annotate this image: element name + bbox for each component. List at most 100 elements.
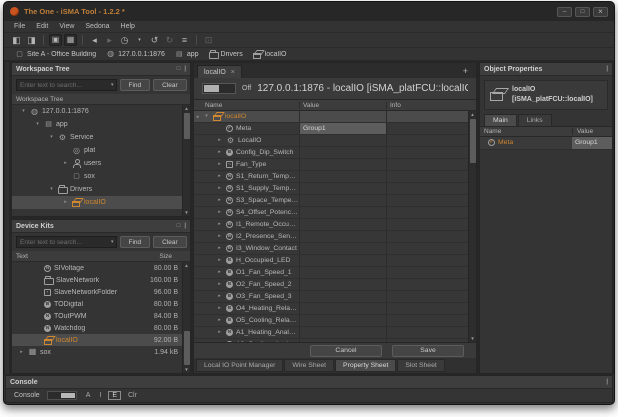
workspace-find-button[interactable]: Find (120, 79, 151, 91)
toolbar-button[interactable] (118, 34, 131, 46)
property-row[interactable]: A1_Heating_Analog_Out (194, 327, 468, 339)
view-tab[interactable]: Slot Sheet (397, 359, 444, 372)
property-row[interactable]: S1_Supply_Temperature (194, 183, 468, 195)
property-row[interactable]: localIO (194, 111, 468, 123)
column-name[interactable]: Name (202, 102, 299, 109)
column-info[interactable]: Info (386, 102, 476, 109)
add-tab-button[interactable]: + (458, 66, 473, 78)
window-control-button[interactable] (557, 7, 572, 17)
property-row[interactable]: O2_Fan_Speed_2 (194, 279, 468, 291)
column-name[interactable]: Name (480, 128, 572, 135)
property-row[interactable]: Fan_Type (194, 159, 468, 171)
pin-icon[interactable]: | (606, 66, 608, 72)
expander-icon[interactable] (216, 282, 223, 287)
property-row[interactable]: Meta Group1 (194, 123, 468, 135)
breadcrumb-item[interactable]: Drivers (205, 50, 247, 59)
kit-row[interactable]: SIVoltage 80.00 B (12, 262, 182, 274)
property-row[interactable]: S1_Return_Temperature (194, 171, 468, 183)
property-row[interactable]: I1_Remote_Occupancy... (194, 219, 468, 231)
console-filter-button[interactable]: A (84, 391, 93, 400)
property-row[interactable]: O5_Cooling_Relay_Out (194, 315, 468, 327)
scroll-down-icon[interactable]: ▼ (184, 366, 188, 373)
pin-icon[interactable]: | (184, 223, 186, 229)
scroll-down-icon[interactable]: ▼ (184, 209, 188, 216)
expander-icon[interactable] (62, 161, 69, 166)
window-control-button[interactable] (575, 7, 590, 17)
device-kits-search-input[interactable] (17, 239, 111, 246)
expander-icon[interactable] (216, 222, 223, 227)
tree-item[interactable]: 127.0.0.1:1876 (12, 105, 182, 118)
expander-icon[interactable] (216, 174, 223, 179)
scroll-thumb[interactable] (184, 331, 190, 365)
property-row[interactable]: O1_Fan_Speed_1 (194, 267, 468, 279)
tree-item[interactable]: Drivers (12, 183, 182, 196)
cancel-button[interactable]: Cancel (310, 345, 382, 357)
toolbar-button[interactable] (43, 35, 44, 45)
object-properties-tab[interactable]: Main (484, 114, 517, 126)
window-control-button[interactable] (593, 7, 608, 17)
console-filter-button[interactable]: E (108, 391, 121, 400)
expander-icon[interactable] (216, 318, 223, 323)
toolbar-button[interactable] (148, 34, 161, 46)
pin-icon[interactable]: | (184, 66, 186, 72)
property-row[interactable]: I2_Presence_Sensor_Ca... (194, 231, 468, 243)
scroll-up-icon[interactable]: ▲ (184, 105, 188, 112)
expander-icon[interactable] (20, 109, 27, 114)
column-size[interactable]: Size (159, 253, 186, 260)
tree-item[interactable]: localIO (12, 196, 182, 209)
toolbar-button[interactable] (82, 35, 83, 45)
expander-icon[interactable] (34, 122, 41, 127)
toolbar-button[interactable] (133, 34, 146, 46)
console-filter-button[interactable]: I (97, 391, 103, 400)
scroll-down-icon[interactable]: ▼ (470, 335, 474, 342)
console-toggle[interactable] (47, 391, 77, 400)
pin-icon[interactable]: | (606, 379, 608, 385)
kit-row[interactable]: localIO 92.00 B (12, 334, 182, 346)
kit-row[interactable]: SlaveNetworkFolder 96.00 B (12, 286, 182, 298)
scroll-thumb[interactable] (184, 113, 190, 139)
column-value[interactable]: Value (572, 128, 612, 135)
toolbar-button[interactable] (196, 35, 197, 45)
expander-icon[interactable] (216, 186, 223, 191)
chevron-down-icon[interactable]: ▾ (111, 239, 116, 245)
property-sheet-scrollbar[interactable]: ▲ ▼ (468, 111, 476, 342)
toolbar-button[interactable] (88, 34, 101, 46)
expander-icon[interactable] (216, 270, 223, 275)
tree-item[interactable]: Service (12, 131, 182, 144)
scroll-up-icon[interactable]: ▲ (470, 111, 474, 118)
property-row[interactable]: LocalIO (194, 135, 468, 147)
expander-icon[interactable] (216, 198, 223, 203)
restore-panel-icon[interactable]: □ (177, 66, 181, 72)
expander-icon[interactable] (48, 187, 55, 192)
tree-item[interactable]: plat (12, 144, 182, 157)
menu-item[interactable]: View (59, 23, 74, 30)
view-tab[interactable]: Wire Sheet (284, 359, 334, 372)
menu-item[interactable]: Help (121, 23, 135, 30)
expander-icon[interactable] (216, 258, 223, 263)
menu-item[interactable]: Sedona (85, 23, 109, 30)
expander-icon[interactable] (203, 114, 210, 119)
kit-row[interactable]: TOutPWM 84.00 B (12, 310, 182, 322)
tree-item[interactable]: sox (12, 170, 182, 183)
object-property-row[interactable]: Meta Group1 (480, 137, 612, 150)
property-row[interactable]: S3_Space_Temperature (194, 195, 468, 207)
close-icon[interactable]: × (231, 69, 235, 76)
workspace-clear-button[interactable]: Clear (153, 79, 187, 91)
scroll-up-icon[interactable]: ▲ (184, 262, 188, 269)
breadcrumb-item[interactable]: localIO (249, 50, 291, 59)
expander-icon[interactable] (216, 162, 223, 167)
kit-row[interactable]: sox 1.94 kB (12, 346, 182, 358)
expander-icon[interactable] (216, 234, 223, 239)
expander-icon[interactable] (216, 210, 223, 215)
kit-row[interactable]: TODigital 80.00 B (12, 298, 182, 310)
workspace-search-input[interactable] (17, 82, 111, 89)
device-kits-clear-button[interactable]: Clear (153, 236, 187, 248)
expander-icon[interactable] (48, 135, 55, 140)
toolbar-button[interactable] (10, 34, 23, 46)
toolbar-button[interactable] (103, 34, 116, 46)
object-properties-tab[interactable]: Links (518, 114, 552, 126)
expander-icon[interactable] (18, 350, 25, 355)
tree-item[interactable]: users (12, 157, 182, 170)
column-value[interactable]: Value (299, 102, 386, 109)
chevron-down-icon[interactable]: ▾ (111, 82, 116, 88)
